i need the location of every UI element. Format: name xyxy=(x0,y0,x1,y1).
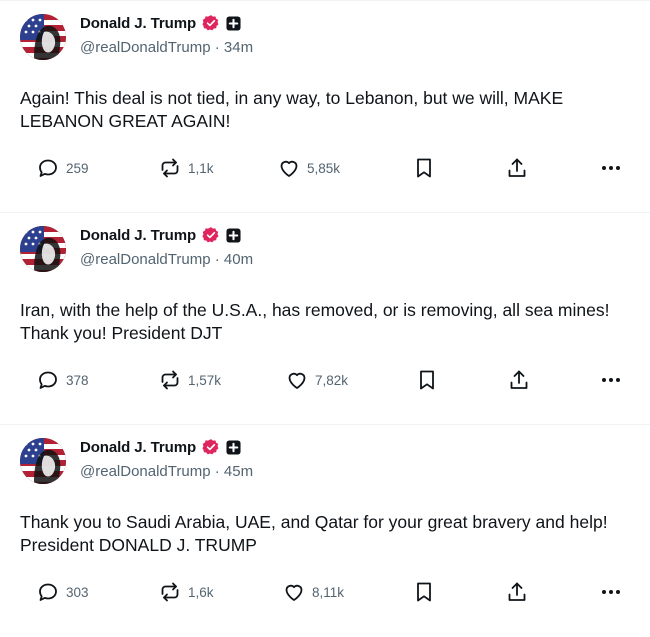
meta-separator: · xyxy=(214,251,220,268)
repost-button[interactable]: 1,57k xyxy=(158,365,221,395)
post-text: Thank you to Saudi Arabia, UAE, and Qata… xyxy=(20,512,608,555)
post[interactable]: Donald J. Trump @realDonaldTrump · 34m A… xyxy=(0,1,650,213)
timestamp[interactable]: 40m xyxy=(224,251,253,268)
handle[interactable]: @realDonaldTrump xyxy=(80,39,211,56)
repost-arrows-icon xyxy=(158,368,182,392)
handle[interactable]: @realDonaldTrump xyxy=(80,251,211,268)
like-count: 7,82k xyxy=(315,372,349,388)
action-bar: 378 1,57k 7,82k xyxy=(0,365,650,395)
reply-button[interactable]: 303 xyxy=(36,577,89,607)
avatar[interactable] xyxy=(20,14,66,60)
heart-icon xyxy=(285,368,309,392)
like-count: 8,11k xyxy=(312,584,345,600)
plus-square-icon xyxy=(226,228,241,243)
post[interactable]: Donald J. Trump @realDonaldTrump · 45m T… xyxy=(0,425,650,637)
post-meta: @realDonaldTrump · 34m xyxy=(80,39,253,56)
reply-bubble-icon xyxy=(36,156,60,180)
bookmark-icon xyxy=(413,156,435,180)
post-meta: @realDonaldTrump · 45m xyxy=(80,463,253,480)
avatar[interactable] xyxy=(20,226,66,272)
meta-separator: · xyxy=(214,39,220,56)
meta-separator: · xyxy=(214,463,220,480)
reply-bubble-icon xyxy=(36,368,60,392)
timestamp[interactable]: 34m xyxy=(224,39,253,56)
author-name[interactable]: Donald J. Trump xyxy=(80,439,196,456)
reply-count: 303 xyxy=(66,584,89,600)
share-button[interactable] xyxy=(508,365,530,395)
share-upload-icon xyxy=(506,156,528,180)
repost-arrows-icon xyxy=(158,580,182,604)
verified-badge-icon xyxy=(202,226,220,244)
share-upload-icon xyxy=(506,580,528,604)
handle[interactable]: @realDonaldTrump xyxy=(80,463,211,480)
more-dots-icon xyxy=(600,156,622,180)
reply-button[interactable]: 378 xyxy=(36,365,89,395)
verified-badge-icon xyxy=(202,438,220,456)
more-dots-icon xyxy=(600,580,622,604)
verified-badge-icon xyxy=(202,14,220,32)
author-name[interactable]: Donald J. Trump xyxy=(80,227,196,244)
repost-count: 1,1k xyxy=(188,160,214,176)
repost-button[interactable]: 1,1k xyxy=(158,153,214,183)
timestamp[interactable]: 45m xyxy=(224,463,253,480)
more-dots-icon xyxy=(600,368,622,392)
repost-count: 1,57k xyxy=(188,372,222,388)
action-bar: 303 1,6k 8,11k xyxy=(0,577,650,607)
action-bar: 259 1,1k 5,85k xyxy=(0,153,650,183)
post-text: Again! This deal is not tied, in any way… xyxy=(20,88,564,131)
reply-button[interactable]: 259 xyxy=(36,153,89,183)
heart-icon xyxy=(282,580,306,604)
reply-bubble-icon xyxy=(36,580,60,604)
bookmark-icon xyxy=(416,368,438,392)
bookmark-icon xyxy=(413,580,435,604)
bookmark-button[interactable] xyxy=(413,577,435,607)
more-options-button[interactable] xyxy=(600,577,622,607)
post[interactable]: Donald J. Trump @realDonaldTrump · 40m I… xyxy=(0,213,650,425)
bookmark-button[interactable] xyxy=(413,153,435,183)
like-count: 5,85k xyxy=(307,160,341,176)
more-options-button[interactable] xyxy=(600,365,622,395)
like-button[interactable]: 7,82k xyxy=(285,365,348,395)
like-button[interactable]: 5,85k xyxy=(277,153,340,183)
repost-arrows-icon xyxy=(158,156,182,180)
timeline-feed: Donald J. Trump @realDonaldTrump · 34m A… xyxy=(0,0,650,637)
reply-count: 259 xyxy=(66,160,89,176)
share-upload-icon xyxy=(508,368,530,392)
bookmark-button[interactable] xyxy=(416,365,438,395)
more-options-button[interactable] xyxy=(600,153,622,183)
author-name[interactable]: Donald J. Trump xyxy=(80,15,196,32)
heart-icon xyxy=(277,156,301,180)
post-text: Iran, with the help of the U.S.A., has r… xyxy=(20,300,610,343)
share-button[interactable] xyxy=(506,577,528,607)
share-button[interactable] xyxy=(506,153,528,183)
reply-count: 378 xyxy=(66,372,89,388)
repost-button[interactable]: 1,6k xyxy=(158,577,214,607)
repost-count: 1,6k xyxy=(188,584,214,600)
plus-square-icon xyxy=(226,16,241,31)
like-button[interactable]: 8,11k xyxy=(282,577,344,607)
avatar[interactable] xyxy=(20,438,66,484)
plus-square-icon xyxy=(226,440,241,455)
post-meta: @realDonaldTrump · 40m xyxy=(80,251,253,268)
